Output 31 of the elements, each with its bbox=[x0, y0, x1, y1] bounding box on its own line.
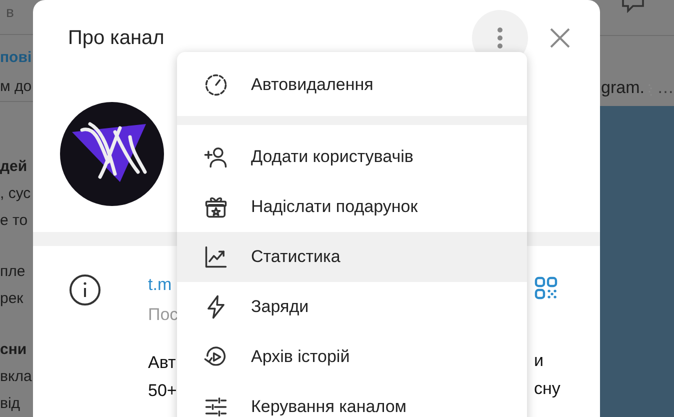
menu-item[interactable]: Архів історій bbox=[177, 332, 527, 382]
pinned-message-title: пові bbox=[0, 48, 32, 68]
message-text: е то bbox=[0, 211, 28, 231]
message-text: від bbox=[0, 394, 20, 414]
timer-icon bbox=[203, 72, 229, 98]
pinned-message-text: м до bbox=[0, 76, 32, 97]
message-text: рек bbox=[0, 289, 24, 309]
menu-item[interactable]: Надіслати подарунок bbox=[177, 182, 527, 232]
dialog-title: Про канал bbox=[68, 26, 166, 50]
description-text: 50+ bbox=[148, 380, 177, 402]
channel-link[interactable]: t.m bbox=[148, 272, 172, 298]
description-text: Авт bbox=[148, 352, 176, 374]
message-text: дей bbox=[0, 157, 28, 177]
message-text: , сус bbox=[0, 184, 31, 204]
chart-icon bbox=[203, 244, 229, 270]
menu-item[interactable]: Статистика bbox=[177, 232, 527, 282]
more-icon bbox=[497, 26, 503, 50]
menu-item[interactable]: Керування каналом bbox=[177, 382, 527, 417]
menu-item[interactable]: Заряди bbox=[177, 282, 527, 332]
qr-code-icon[interactable] bbox=[534, 276, 558, 300]
info-icon bbox=[68, 273, 102, 307]
menu-item[interactable]: Додати користувачів bbox=[177, 132, 527, 182]
message-text: сни bbox=[0, 340, 27, 360]
description-text: сну bbox=[534, 378, 560, 400]
description-text: и bbox=[534, 350, 544, 372]
pinned-message-text: gram. bbox=[601, 78, 644, 98]
message-text: пле bbox=[0, 262, 26, 282]
menu-item[interactable]: Автовидалення bbox=[177, 60, 527, 110]
ellipsis-text: … bbox=[657, 78, 674, 98]
link-caption: Пос bbox=[148, 304, 178, 326]
message-text: вкла bbox=[0, 367, 32, 387]
